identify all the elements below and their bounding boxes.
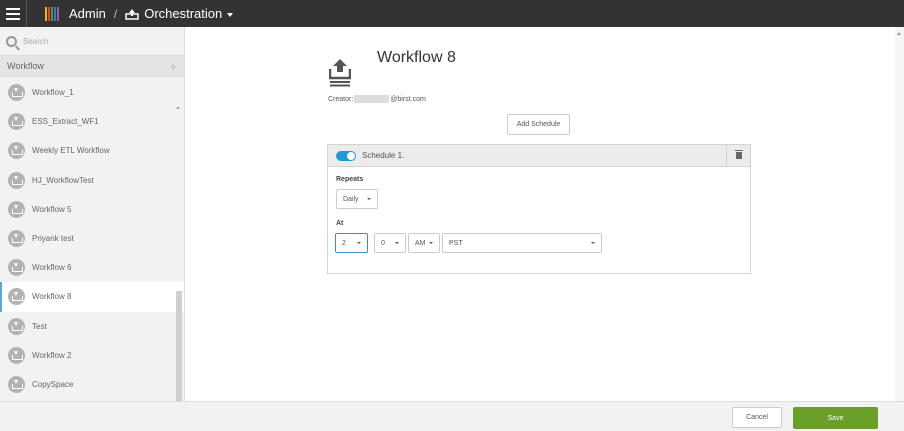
sidebar-scroll-thumb[interactable]	[176, 291, 182, 401]
top-bar: Admin / Orchestration	[0, 0, 904, 27]
creator-line: Creator: @birst.com	[328, 95, 426, 103]
list-item-label: Workflow 5	[32, 204, 72, 214]
birst-logo	[45, 6, 59, 21]
workflow-icon	[8, 142, 25, 160]
breadcrumb-admin[interactable]: Admin	[69, 6, 106, 21]
logo-bar	[45, 6, 47, 21]
scroll-up-arrow-icon[interactable]	[176, 106, 180, 109]
logo-bar	[48, 6, 50, 21]
workflow-icon	[8, 288, 25, 306]
cancel-button[interactable]: Cancel	[732, 407, 782, 428]
list-item-label: Workflow 8	[32, 292, 72, 302]
list-item-label: Test	[32, 321, 47, 331]
list-item-label: Workflow 2	[32, 350, 72, 360]
schedule-enabled-toggle[interactable]	[336, 150, 356, 161]
workflow-icon	[8, 200, 25, 218]
workflow-icon	[8, 113, 25, 131]
ampm-value: AM	[415, 239, 426, 247]
at-label: At	[336, 220, 344, 227]
footer-bar: Cancel Save	[0, 401, 904, 431]
list-item[interactable]: Test	[0, 312, 184, 341]
hour-select[interactable]: 2	[335, 233, 368, 253]
section-title: Workflow	[7, 61, 44, 71]
orchestration-icon	[125, 8, 139, 20]
timezone-value: PST	[449, 239, 463, 247]
chevron-down-icon	[367, 198, 371, 200]
chevron-down-icon[interactable]	[227, 12, 234, 17]
add-schedule-button[interactable]: Add Schedule	[507, 114, 570, 135]
minute-select[interactable]: 0	[374, 233, 406, 253]
breadcrumb-separator: /	[113, 6, 118, 21]
trash-icon	[734, 150, 743, 159]
chevron-down-icon	[357, 242, 361, 244]
search-icon	[6, 35, 17, 47]
creator-email: @birst.com	[390, 95, 426, 103]
list-item[interactable]: Workflow 2	[0, 341, 184, 370]
list-item-label: ESS_Extract_WF1	[32, 117, 99, 127]
list-item-label: Priyank test	[32, 234, 74, 244]
ampm-select[interactable]: AM	[408, 233, 440, 253]
hour-value: 2	[342, 239, 346, 247]
save-button[interactable]: Save	[793, 407, 878, 429]
minute-value: 0	[381, 239, 385, 247]
page-title: Workflow 8	[377, 49, 456, 66]
list-item[interactable]: Workflow 8	[0, 282, 184, 312]
search-bar	[0, 27, 184, 55]
search-input[interactable]	[23, 36, 173, 46]
upload-icon	[329, 59, 351, 87]
list-item[interactable]: Weekly ETL Workflow	[0, 136, 184, 165]
list-item[interactable]: Priyank test	[0, 224, 184, 253]
main-scrollbar[interactable]	[895, 27, 904, 401]
workflow-icon	[8, 346, 25, 364]
workflow-icon	[8, 317, 25, 335]
repeats-value: Daily	[343, 195, 359, 203]
repeats-select[interactable]: Daily	[336, 189, 378, 209]
scroll-up-arrow-icon[interactable]	[897, 32, 901, 35]
menu-icon[interactable]	[0, 0, 27, 27]
app-window: Admin / Orchestration Workflow + Workflo…	[0, 0, 904, 431]
workflow-icon	[8, 259, 25, 277]
schedule-card: Schedule 1. Repeats Daily At 2 0 AM PST	[327, 144, 751, 274]
creator-label: Creator:	[328, 95, 354, 103]
list-item[interactable]: ESS_Extract_WF1	[0, 107, 184, 136]
list-item-label: Workflow 6	[32, 263, 72, 273]
breadcrumb-orchestration[interactable]: Orchestration	[144, 6, 222, 21]
delete-schedule-button[interactable]	[726, 144, 750, 167]
chevron-down-icon	[591, 242, 595, 244]
schedule-title: Schedule 1.	[362, 151, 405, 160]
list-item[interactable]: Workflow 5	[0, 195, 184, 224]
add-workflow-button[interactable]: +	[169, 60, 177, 73]
list-item-label: Workflow_1	[32, 88, 74, 98]
main-content: Workflow 8 Creator: @birst.com Add Sched…	[186, 27, 894, 401]
sidebar: Workflow + Workflow_1 ESS_Extract_WF1 Week…	[0, 27, 185, 401]
timezone-select[interactable]: PST	[442, 233, 602, 253]
workflow-list: Workflow_1 ESS_Extract_WF1 Weekly ETL Work…	[0, 78, 184, 401]
list-item[interactable]: Workflow 6	[0, 253, 184, 282]
list-item-label: Weekly ETL Workflow	[32, 146, 110, 156]
workflow-section-header: Workflow +	[0, 55, 184, 77]
schedule-header: Schedule 1.	[328, 144, 750, 167]
chevron-down-icon	[395, 242, 399, 244]
chevron-down-icon	[429, 242, 433, 244]
list-item[interactable]: HJ_WorkflowTest	[0, 166, 184, 195]
workflow-icon	[8, 230, 25, 248]
repeats-label: Repeats	[336, 176, 364, 183]
list-item[interactable]: CopySpace	[0, 370, 184, 399]
list-item-label: CopySpace	[32, 379, 74, 389]
logo-bar	[51, 6, 53, 21]
redacted-username	[354, 95, 390, 103]
list-item-label: HJ_WorkflowTest	[32, 175, 94, 185]
list-item[interactable]: Workflow_1	[0, 78, 184, 107]
workflow-icon	[8, 375, 25, 393]
logo-bar	[54, 6, 56, 21]
logo-bar	[57, 6, 59, 21]
workflow-icon	[8, 84, 25, 102]
workflow-icon	[8, 171, 25, 189]
